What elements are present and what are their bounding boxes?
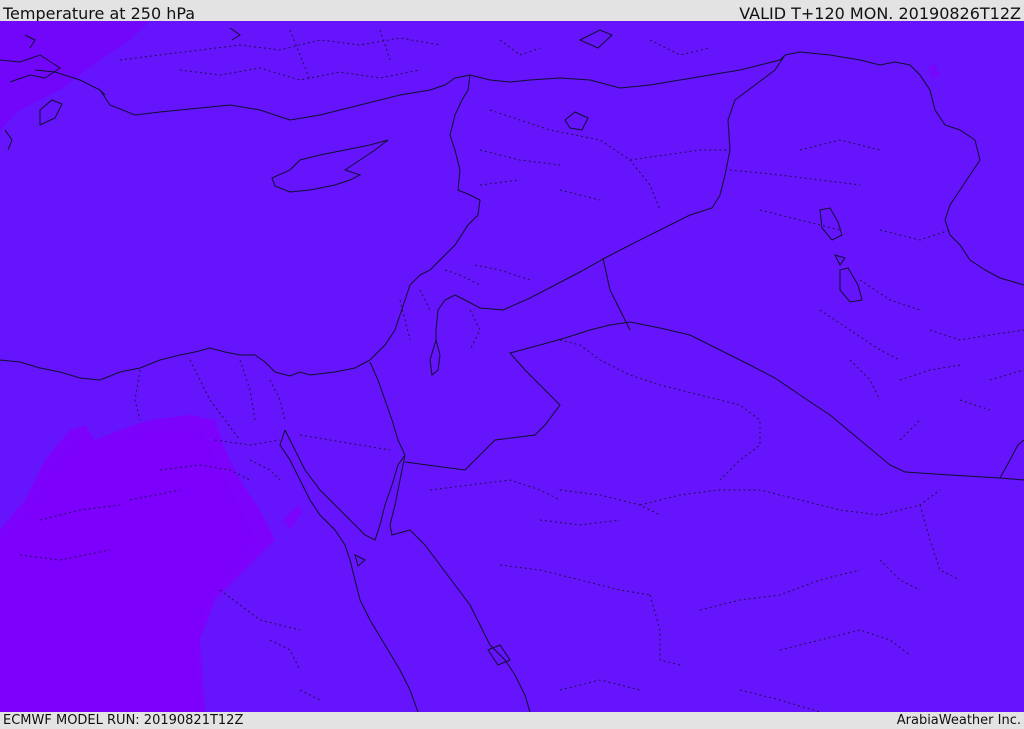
weather-map[interactable]: [0, 21, 1024, 712]
header-bar: Temperature at 250 hPa VALID T+120 MON. …: [0, 0, 1024, 23]
footer-bar: ECMWF MODEL RUN: 20190821T12Z ArabiaWeat…: [0, 712, 1024, 729]
credit-label: ArabiaWeather Inc.: [896, 713, 1021, 728]
model-run-label: ECMWF MODEL RUN: 20190821T12Z: [3, 713, 244, 728]
map-svg: [0, 21, 1024, 712]
